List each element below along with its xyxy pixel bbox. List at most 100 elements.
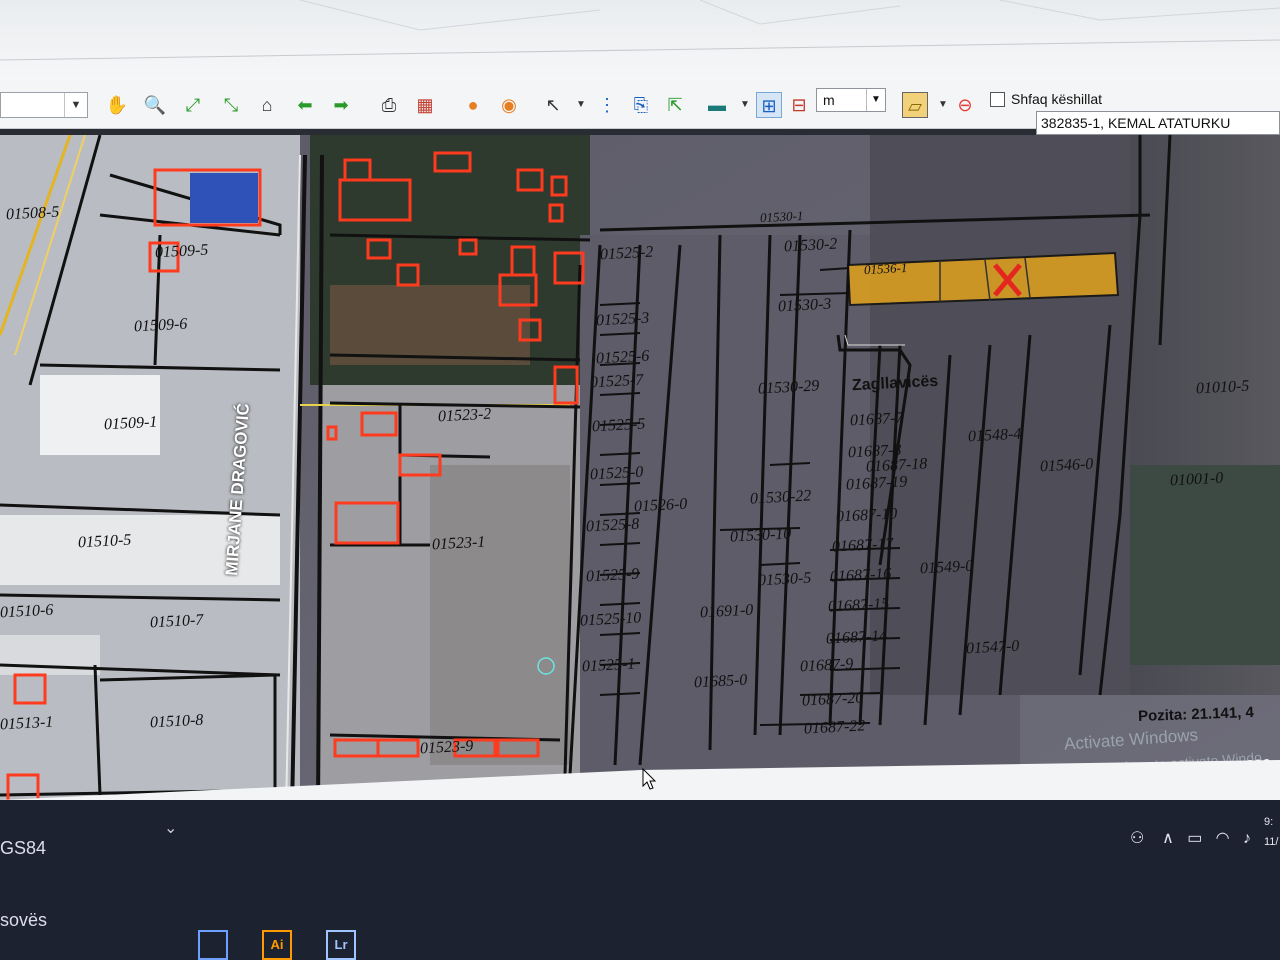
layer-export-icon[interactable]: ⇱	[662, 92, 688, 118]
legend-icon[interactable]: ▦	[412, 92, 438, 118]
lightroom-app-icon[interactable]: Lr	[326, 930, 356, 960]
checkbox-icon[interactable]	[990, 91, 1005, 107]
identify-icon[interactable]: ⋮	[594, 92, 620, 118]
parcel-label: 01549-0	[919, 557, 974, 578]
forward-arrow-icon[interactable]: ➡	[328, 92, 354, 118]
unit-select-value: m	[823, 92, 835, 108]
home-icon[interactable]: ⌂	[254, 92, 280, 118]
parcel-label: 01510-8	[149, 711, 204, 732]
position-value: 21.141, 4	[1191, 703, 1255, 724]
parcel-label: 01523-9	[419, 737, 474, 758]
parcel-label: 01530-10	[729, 525, 792, 546]
parcel-label: 01687-7	[849, 409, 904, 430]
stop-icon[interactable]: ⊖	[952, 92, 978, 118]
chevron-down-icon[interactable]: ▼	[568, 92, 594, 118]
measure-icon[interactable]: ▬	[704, 92, 730, 118]
wifi-icon[interactable]: ◠	[1216, 830, 1230, 847]
parcel-label: 01687-22	[803, 717, 866, 738]
parcel-label: 01685-0	[693, 671, 748, 692]
parcel-label: 01530-3	[777, 295, 832, 316]
parcel-label: 01536-1	[863, 259, 908, 278]
parcel-label: 01687-16	[829, 565, 892, 586]
people-icon[interactable]: ⚇	[1130, 830, 1144, 847]
chevron-up-icon[interactable]: ∧	[1162, 830, 1174, 847]
parcel-label: 01001-0	[1169, 469, 1224, 490]
parcel-label: 01525-8	[585, 515, 640, 536]
polygon-draw-icon[interactable]: ▱	[902, 92, 928, 118]
window-top-area	[0, 0, 1280, 80]
parcel-label: 01546-0	[1039, 455, 1094, 476]
mouse-cursor-icon	[642, 768, 657, 790]
parcel-label: 01687-10	[835, 505, 898, 526]
comment-icon[interactable]: ●	[460, 92, 486, 118]
parcel-label: 01509-5	[154, 241, 209, 262]
chevron-down-icon: ▼	[64, 93, 87, 117]
layer-edit-icon[interactable]: ⎘	[628, 92, 654, 118]
clock-time: 9:	[1264, 816, 1274, 828]
clock-date: 11/	[1264, 836, 1279, 848]
parcel-label: 01687-9	[799, 655, 854, 676]
volume-icon[interactable]: ♪	[1243, 830, 1251, 847]
parcel-label: 01687-20	[801, 689, 864, 710]
parcel-label: 01687-19	[845, 473, 908, 494]
address-search-input[interactable]: 382835-1, KEMAL ATATURKU	[1036, 111, 1280, 135]
parcel-label: 01510-7	[149, 611, 204, 632]
hand-pan-icon[interactable]: ✋	[104, 92, 130, 118]
taskbar-clock[interactable]: 9: 11/	[1264, 812, 1278, 852]
system-tray: ⚇ ∧ ▭ ◠ ♪	[1130, 828, 1251, 848]
parcel-label: 01687-15	[827, 595, 890, 616]
parcel-label: 01691-0	[699, 601, 754, 622]
zoom-extent-icon[interactable]: ⤢	[180, 92, 206, 118]
crs-label: GS84	[0, 838, 47, 858]
parcel-label: 01525-2	[599, 243, 654, 264]
taskbar-search-text[interactable]: sovës	[0, 910, 47, 931]
parcel-label: 01530-29	[757, 377, 820, 398]
battery-icon[interactable]: ▭	[1187, 830, 1202, 847]
parcel-label: 01525-5	[591, 415, 646, 436]
parcel-label: 01687-17	[831, 535, 894, 556]
taskbar-app-icon[interactable]	[198, 930, 228, 960]
zoom-selection-icon[interactable]: ⤡	[218, 92, 244, 118]
window-top-decoration	[0, 0, 1280, 61]
parcel-label: 01010-5	[1195, 377, 1250, 398]
chevron-down-icon[interactable]: ⌄	[164, 818, 177, 838]
windows-taskbar	[0, 800, 1280, 960]
position-label: Pozita:	[1137, 706, 1188, 726]
parcel-label: 01525-7	[589, 371, 644, 392]
layer-combo[interactable]: ▼	[0, 92, 88, 118]
parcel-label: 01687-14	[825, 627, 888, 648]
parcel-label: 01525-3	[595, 309, 650, 330]
illustrator-app-icon[interactable]: Ai	[262, 930, 292, 960]
info-icon[interactable]: ◉	[496, 92, 522, 118]
parcel-label: 01525-1	[581, 655, 636, 676]
parcel-label: 01526-0	[633, 495, 688, 516]
parcel-label: 01509-6	[133, 315, 188, 336]
unit-select[interactable]: m ▼	[816, 88, 886, 112]
clear-measure-icon[interactable]: ⊟	[786, 92, 812, 118]
parcel-label: 01523-2	[437, 405, 492, 426]
parcel-label: 01525-0	[589, 463, 644, 484]
map-view[interactable]: MIRJANE DRAGOVIĆ Zagllavicës 01508-5 015…	[0, 135, 1280, 810]
parcel-label: 01547-0	[965, 637, 1020, 658]
parcel-label: 01508-5	[5, 203, 60, 224]
back-arrow-icon[interactable]: ⬅	[292, 92, 318, 118]
show-tips-label: Shfaq këshillat	[1011, 91, 1103, 107]
parcel-label: 01510-6	[0, 601, 54, 622]
show-tips-checkbox[interactable]: Shfaq këshillat	[990, 89, 1102, 109]
chevron-down-icon[interactable]: ▼	[732, 92, 758, 118]
print-icon[interactable]: ⎙	[376, 92, 402, 118]
parcel-label: 01525-9	[585, 565, 640, 586]
parcel-label: 01525-6	[595, 347, 650, 368]
parcel-label: 01548-4	[967, 425, 1022, 446]
parcel-label: 01530-22	[749, 487, 812, 508]
parcel-label: 01523-1	[431, 533, 486, 554]
parcel-label: 01530-2	[783, 235, 838, 256]
zoom-window-icon[interactable]: 🔍	[142, 92, 168, 118]
parcel-label: 01525-10	[579, 609, 642, 630]
select-pointer-icon[interactable]: ↖	[540, 92, 566, 118]
chevron-down-icon: ▼	[866, 89, 885, 111]
measure-area-icon[interactable]: ⊞	[756, 92, 782, 118]
parcel-label: 01510-5	[77, 531, 132, 552]
parcel-label: 01509-1	[103, 413, 158, 434]
parcel-label: 01513-1	[0, 713, 54, 734]
